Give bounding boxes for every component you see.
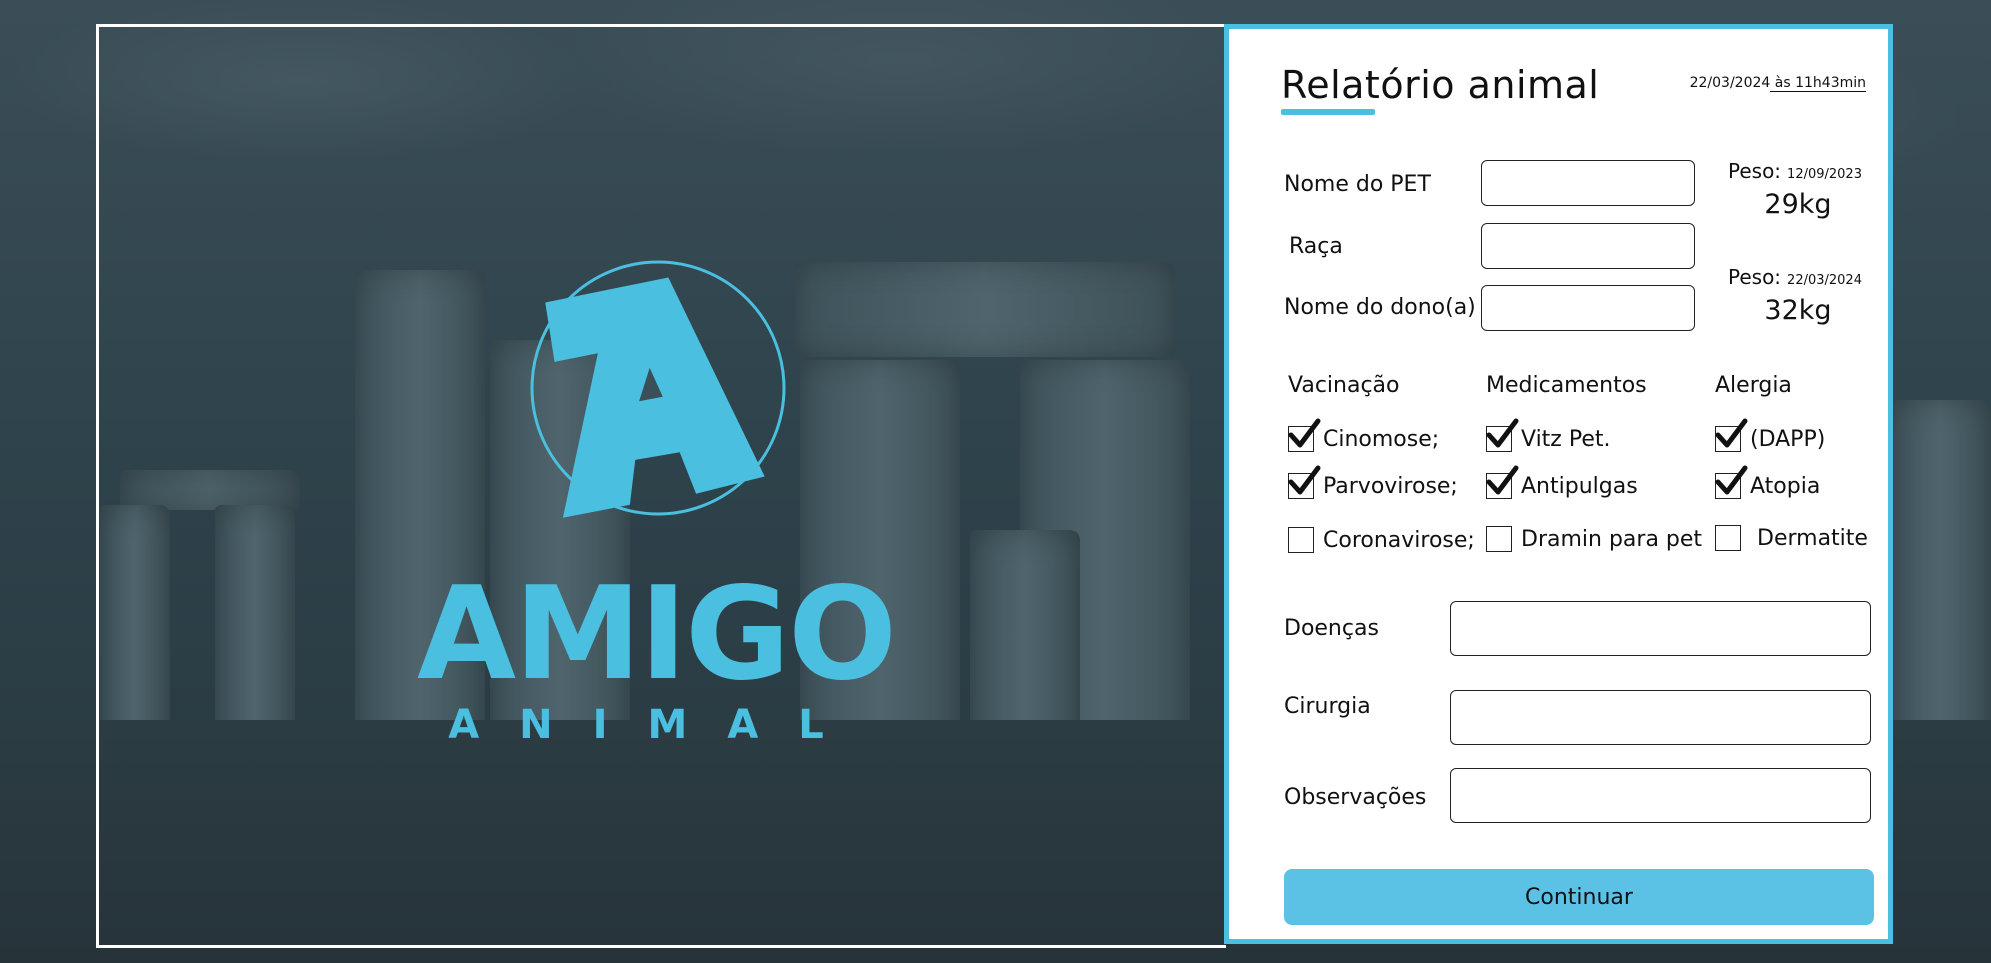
pet-name-input[interactable]	[1481, 160, 1695, 206]
logo-wordmark: AMIGO	[417, 560, 895, 709]
owner-name-label: Nome do dono(a)	[1284, 295, 1476, 320]
allergy-item-atopia[interactable]: Atopia	[1715, 465, 1821, 499]
checkbox-label: (DAPP)	[1750, 426, 1826, 452]
weight-date: 22/03/2024	[1787, 273, 1862, 288]
report-date: 22/03/2024	[1689, 75, 1771, 91]
diseases-input[interactable]	[1450, 601, 1871, 656]
checkbox-label: Dermatite	[1757, 525, 1868, 551]
checkmark-icon	[1288, 418, 1321, 448]
medication-item-antipulgas[interactable]: Antipulgas	[1486, 465, 1638, 499]
checkbox[interactable]	[1288, 418, 1321, 452]
medication-header: Medicamentos	[1486, 373, 1647, 398]
animal-report-panel: Relatório animal 22/03/2024 às 11h43min …	[1224, 24, 1893, 944]
checkbox[interactable]	[1288, 465, 1321, 499]
diseases-label: Doenças	[1284, 616, 1379, 641]
checkbox[interactable]	[1486, 465, 1519, 499]
report-time: 11h43min	[1795, 75, 1866, 92]
continue-button[interactable]: Continuar	[1284, 869, 1874, 925]
weight-label: Peso:	[1728, 265, 1782, 289]
logo-subtext: ANIMAL	[448, 702, 864, 748]
checkbox-label: Parvovirose;	[1323, 473, 1458, 499]
surgery-label: Cirurgia	[1284, 694, 1371, 719]
page-title: Relatório animal	[1281, 63, 1600, 107]
checkbox-label: Dramin para pet	[1521, 526, 1703, 552]
report-time-separator: às	[1770, 75, 1796, 92]
weight-label: Peso:	[1728, 159, 1782, 183]
checkbox[interactable]	[1715, 418, 1748, 452]
allergy-item-dapp[interactable]: (DAPP)	[1715, 418, 1826, 452]
weight-value: 32kg	[1764, 295, 1832, 326]
checkbox[interactable]	[1715, 525, 1741, 551]
allergy-header: Alergia	[1715, 373, 1792, 398]
vaccination-header: Vacinação	[1288, 373, 1400, 398]
checkmark-icon	[1715, 418, 1748, 448]
vaccination-item-cinomose[interactable]: Cinomose;	[1288, 418, 1440, 452]
checkmark-icon	[1288, 465, 1321, 495]
checkbox-label: Coronavirose;	[1323, 527, 1475, 553]
medication-item-dramin[interactable]: Dramin para pet	[1486, 526, 1702, 552]
report-timestamp: 22/03/2024 às 11h43min	[1689, 75, 1866, 92]
allergy-item-dermatite[interactable]: Dermatite	[1715, 525, 1868, 551]
vaccination-item-coronavirose[interactable]: Coronavirose;	[1288, 527, 1475, 553]
observations-label: Observações	[1284, 785, 1427, 810]
checkbox-label: Atopia	[1750, 473, 1821, 499]
checkbox[interactable]	[1486, 526, 1512, 552]
surgery-input[interactable]	[1450, 690, 1871, 745]
amigo-animal-logo: AMIGO ANIMAL	[417, 260, 897, 748]
weight-value: 29kg	[1764, 189, 1832, 220]
checkmark-icon	[1486, 418, 1519, 448]
logo-letter-a-icon	[545, 277, 765, 518]
pet-name-label: Nome do PET	[1284, 172, 1431, 197]
observations-input[interactable]	[1450, 768, 1871, 823]
weight-date: 12/09/2023	[1787, 167, 1862, 182]
weight-entry: Peso: 12/09/2023 29kg	[1728, 159, 1868, 220]
checkbox-label: Antipulgas	[1521, 473, 1638, 499]
breed-input[interactable]	[1481, 223, 1695, 269]
owner-name-input[interactable]	[1481, 285, 1695, 331]
checkbox[interactable]	[1288, 527, 1314, 553]
breed-label: Raça	[1289, 234, 1343, 259]
checkmark-icon	[1715, 465, 1748, 495]
medication-item-vitz-pet[interactable]: Vitz Pet.	[1486, 418, 1611, 452]
weight-entry: Peso: 22/03/2024 32kg	[1728, 265, 1868, 326]
checkmark-icon	[1486, 465, 1519, 495]
title-underline	[1281, 109, 1375, 115]
background-stone	[1890, 400, 1991, 760]
checkbox-label: Cinomose;	[1323, 426, 1440, 452]
checkbox-label: Vitz Pet.	[1521, 426, 1611, 452]
checkbox[interactable]	[1715, 465, 1748, 499]
checkbox[interactable]	[1486, 418, 1519, 452]
vaccination-item-parvovirose[interactable]: Parvovirose;	[1288, 465, 1458, 499]
